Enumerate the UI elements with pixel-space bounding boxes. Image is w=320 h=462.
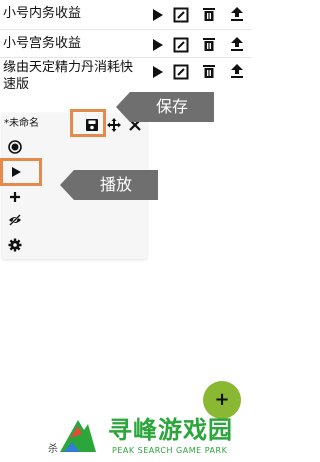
delete-icon[interactable] <box>201 6 217 22</box>
watermark-logo <box>60 420 96 452</box>
panel-title: *未命名 <box>4 118 39 129</box>
divider <box>0 29 251 30</box>
gear-icon[interactable] <box>8 238 22 252</box>
edit-icon[interactable] <box>173 64 189 80</box>
play-icon[interactable] <box>149 64 165 80</box>
script-name: 小号宫务收益 <box>3 36 82 51</box>
upload-icon[interactable] <box>229 6 245 22</box>
add-button[interactable]: + <box>203 381 241 419</box>
watermark-subtitle: PEAK SEARCH GAME PARK <box>112 446 228 455</box>
script-row[interactable]: 小号宫务收益 <box>0 32 251 58</box>
watermark-title: 寻峰游戏园 <box>108 416 233 444</box>
record-icon[interactable] <box>8 140 22 154</box>
play-highlight <box>0 158 42 186</box>
script-name: 小号内务收益 <box>3 6 82 21</box>
plus-icon[interactable] <box>8 190 22 204</box>
play-icon[interactable] <box>149 7 165 23</box>
edit-icon[interactable] <box>173 37 189 53</box>
callout-arrow <box>60 170 74 200</box>
play-icon[interactable] <box>149 37 165 53</box>
save-callout: 保存 <box>130 92 214 122</box>
script-row[interactable]: 小号内务收益 <box>0 2 251 28</box>
delete-icon[interactable] <box>201 36 217 52</box>
script-row[interactable]: 缘由天定精力丹消耗快速版 <box>0 58 251 92</box>
upload-icon[interactable] <box>229 36 245 52</box>
edit-icon[interactable] <box>173 7 189 23</box>
play-callout: 播放 <box>74 170 158 200</box>
save-highlight <box>70 109 106 137</box>
eye-off-icon[interactable] <box>8 213 22 227</box>
upload-icon[interactable] <box>229 63 245 79</box>
bottom-text-fragment: 杀 <box>48 444 58 455</box>
delete-icon[interactable] <box>201 63 217 79</box>
script-name: 缘由天定精力丹消耗快速版 <box>3 60 134 92</box>
callout-arrow <box>116 92 130 122</box>
